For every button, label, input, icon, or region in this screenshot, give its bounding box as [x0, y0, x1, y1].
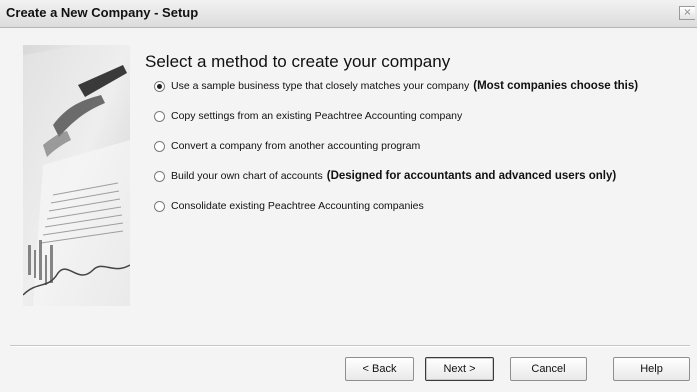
- option-sample-business[interactable]: Use a sample business type that closely …: [154, 78, 638, 94]
- option-label: Use a sample business type that closely …: [171, 80, 470, 92]
- cancel-button[interactable]: Cancel: [510, 357, 587, 381]
- radio-icon[interactable]: [154, 140, 165, 152]
- wizard-illustration: [23, 45, 130, 306]
- back-button[interactable]: < Back: [345, 357, 414, 381]
- setup-dialog: Create a New Company - Setup × Select a …: [0, 0, 697, 392]
- option-label: Consolidate existing Peachtree Accountin…: [171, 200, 424, 212]
- page-heading: Select a method to create your company: [145, 52, 451, 71]
- option-note: (Designed for accountants and advanced u…: [326, 170, 617, 182]
- radio-icon[interactable]: [154, 110, 165, 122]
- option-build-chart[interactable]: Build your own chart of accounts (Design…: [154, 168, 616, 184]
- radio-icon[interactable]: [154, 200, 165, 212]
- divider: [10, 345, 690, 347]
- option-copy-settings[interactable]: Copy settings from an existing Peachtree…: [154, 108, 462, 124]
- option-consolidate[interactable]: Consolidate existing Peachtree Accountin…: [154, 198, 424, 214]
- radio-icon[interactable]: [154, 80, 165, 92]
- option-label: Copy settings from an existing Peachtree…: [171, 110, 463, 122]
- option-convert-company[interactable]: Convert a company from another accountin…: [154, 138, 420, 154]
- close-icon[interactable]: ×: [679, 6, 695, 20]
- title-bar: Create a New Company - Setup ×: [0, 0, 697, 28]
- option-note: (Most companies choose this): [473, 80, 639, 92]
- next-button[interactable]: Next >: [425, 357, 494, 381]
- option-label: Convert a company from another accountin…: [171, 140, 421, 152]
- radio-icon[interactable]: [154, 170, 165, 182]
- help-button[interactable]: Help: [613, 357, 690, 381]
- option-label: Build your own chart of accounts: [171, 170, 323, 182]
- pen-and-papers-image: [23, 45, 130, 306]
- window-title: Create a New Company - Setup: [6, 5, 199, 20]
